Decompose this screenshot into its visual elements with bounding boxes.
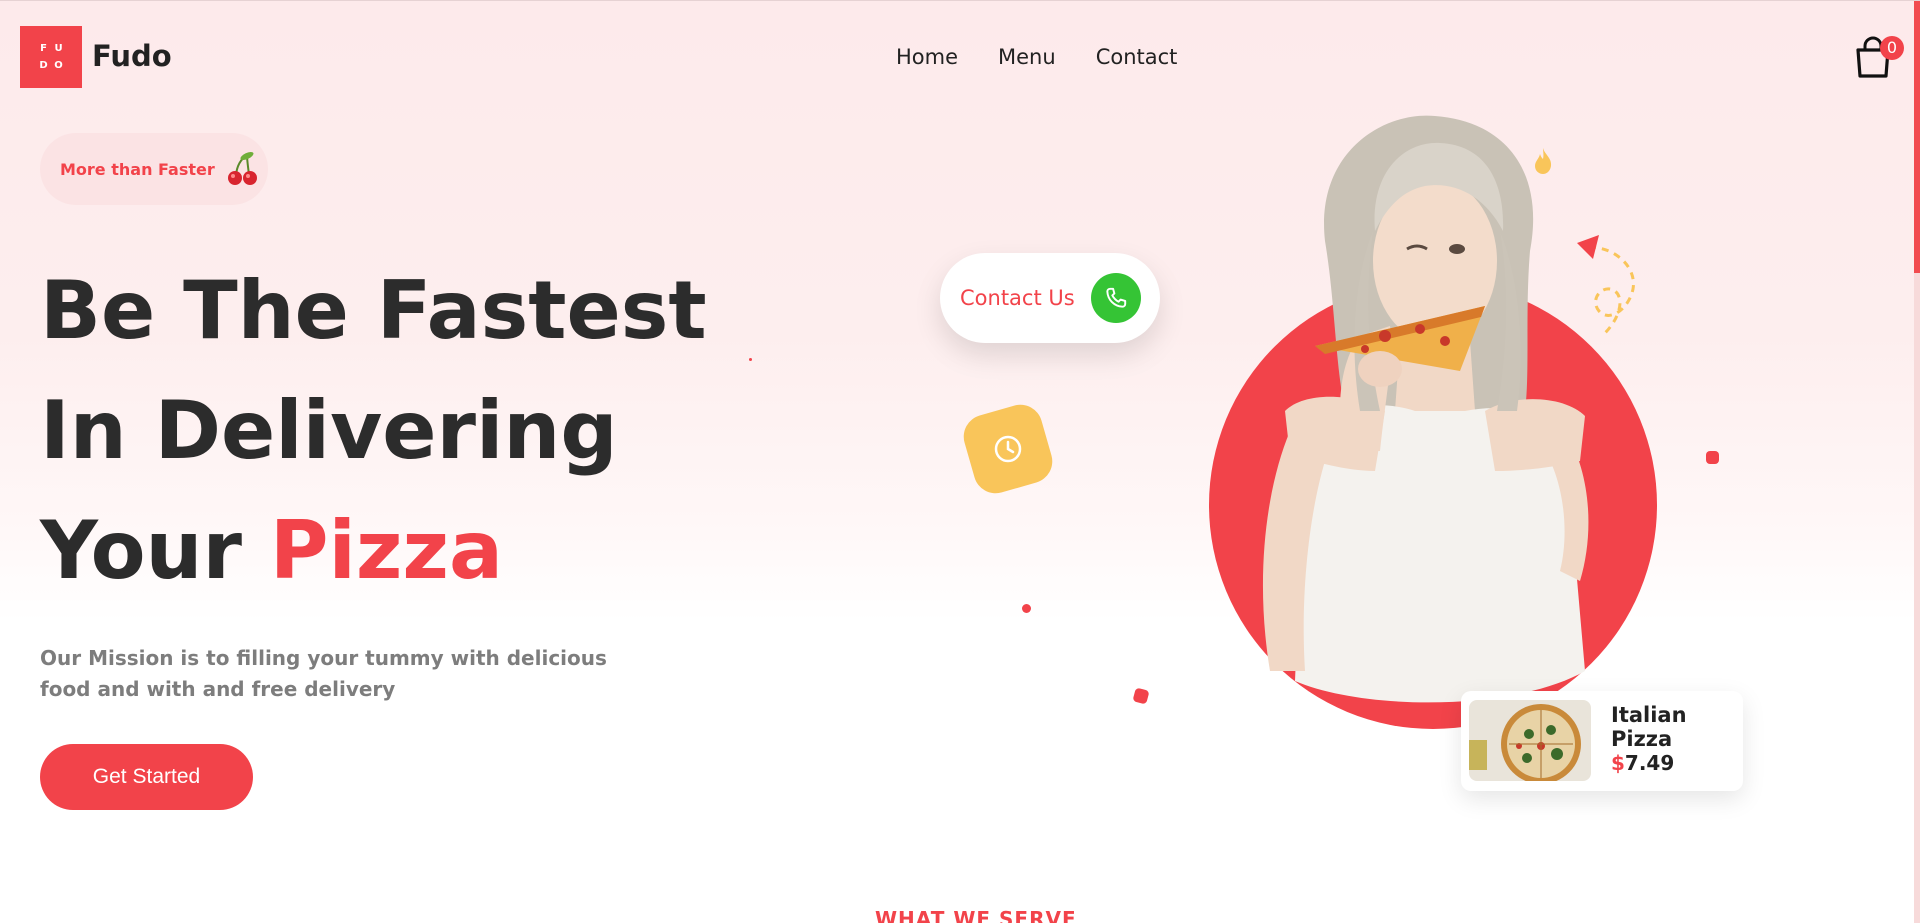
section-kicker: WHAT WE SERVE [875, 907, 1077, 923]
decor-dot [1022, 604, 1031, 613]
logo-letter: D [39, 60, 48, 71]
decor-dot [749, 358, 752, 361]
decor-dot [1132, 687, 1150, 705]
headline-line-3-prefix: Your [40, 504, 270, 597]
phone-icon [1091, 273, 1141, 323]
scrollbar-thumb[interactable] [1914, 1, 1920, 273]
product-price: $7.49 [1611, 751, 1674, 775]
headline-line-2: In Delivering [40, 384, 618, 477]
product-name: Italian Pizza [1611, 703, 1687, 751]
hero-badge-label: More than Faster [60, 159, 215, 179]
page-scrollbar[interactable] [1914, 1, 1920, 923]
cart-count-badge: 0 [1880, 36, 1904, 60]
logo-letter: U [54, 43, 63, 54]
logo-letter: O [54, 60, 63, 71]
italian-pizza-image [1469, 700, 1591, 781]
hero-badge: More than Faster [40, 133, 268, 205]
contact-us-label: Contact Us [960, 286, 1075, 310]
logo[interactable]: F U D O [20, 26, 82, 88]
nav-menu[interactable]: Menu [998, 45, 1056, 69]
mission-text: Our Mission is to filling your tummy wit… [40, 646, 607, 701]
main-nav: Home Menu Contact [896, 45, 1177, 69]
clock-icon [994, 435, 1022, 463]
product-card[interactable]: Italian Pizza $7.49 [1461, 691, 1743, 791]
decor-dot [1706, 451, 1719, 464]
headline-line-1: Be The Fastest [40, 264, 707, 357]
brand-name[interactable]: Fudo [92, 39, 172, 73]
nav-home[interactable]: Home [896, 45, 958, 69]
get-started-button[interactable]: Get Started [40, 744, 253, 810]
hero-woman-eating-pizza-image [1262, 115, 1589, 703]
logo-letter: F [40, 43, 47, 54]
cherries-icon [227, 151, 257, 185]
headline-accent: Pizza [269, 504, 503, 597]
price-currency: $ [1611, 751, 1625, 775]
nav-contact[interactable]: Contact [1096, 45, 1178, 69]
contact-us-button[interactable]: Contact Us [940, 253, 1160, 343]
page: F U D O Fudo Home Menu Contact 0 More th… [0, 0, 1920, 923]
clock-tile [958, 399, 1058, 499]
headline-line-3: Your Pizza [40, 491, 707, 611]
price-value: 7.49 [1624, 751, 1675, 775]
hero-headline: Be The Fastest In Delivering Your Pizza [40, 251, 707, 611]
